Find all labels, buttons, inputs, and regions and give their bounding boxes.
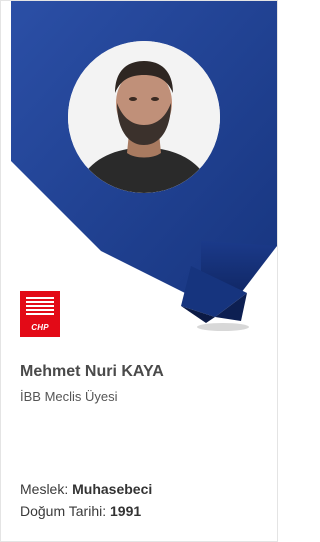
party-logo: CHP (20, 291, 60, 337)
birth-date-label: Doğum Tarihi: (20, 503, 111, 519)
occupation-line: Meslek: Muhasebeci (20, 481, 152, 497)
occupation-label: Meslek: (20, 481, 73, 497)
occupation-value: Muhasebeci (72, 481, 153, 497)
party-logo-text: CHP (31, 323, 49, 332)
profile-photo (55, 41, 233, 193)
birth-date-line: Doğum Tarihi: 1991 (20, 503, 141, 519)
member-card[interactable]: CHP Mehmet Nuri KAYA İBB Meclis Üyesi Me… (0, 0, 278, 542)
member-title: İBB Meclis Üyesi (20, 389, 118, 404)
avatar (68, 41, 220, 193)
six-arrows-icon (26, 297, 54, 315)
birth-date-value: 1991 (110, 503, 142, 519)
member-name: Mehmet Nuri KAYA (20, 363, 164, 380)
